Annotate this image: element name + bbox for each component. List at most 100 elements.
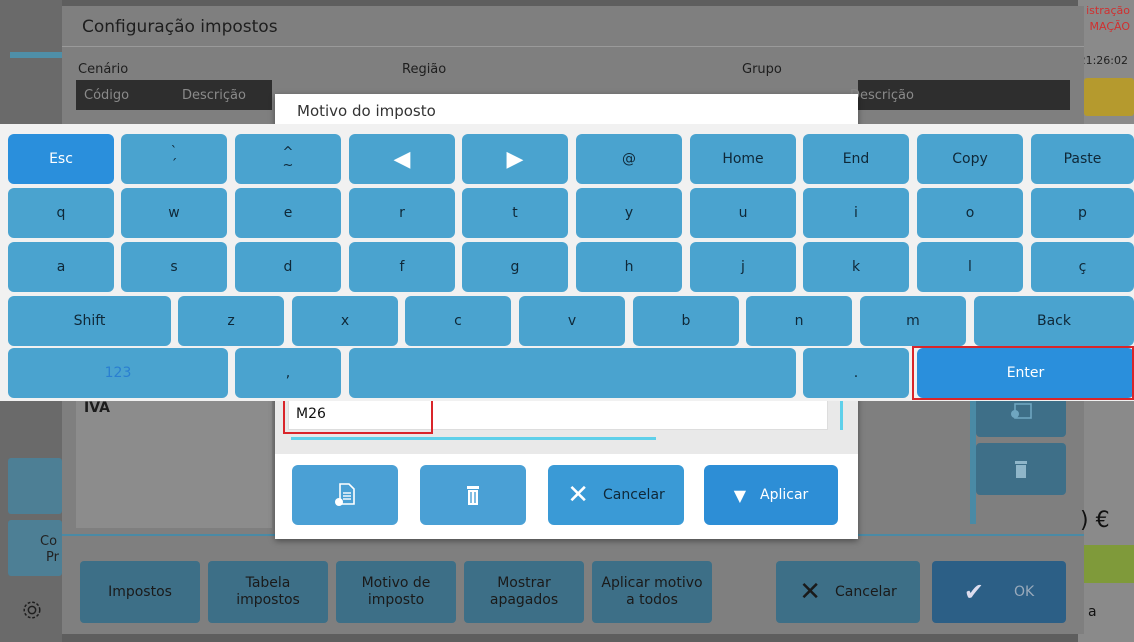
key-end[interactable]: End bbox=[803, 134, 909, 184]
tabela-impostos-button[interactable]: Tabela impostos bbox=[208, 561, 328, 623]
new-document-button[interactable] bbox=[292, 465, 398, 525]
key-back-label: Back bbox=[1037, 313, 1071, 329]
yellow-button[interactable] bbox=[1084, 78, 1134, 116]
motivo-imposto-button[interactable]: Motivo de imposto bbox=[336, 561, 456, 623]
trash-icon bbox=[467, 486, 479, 505]
key-label: u bbox=[738, 205, 748, 221]
key-space[interactable] bbox=[349, 348, 796, 398]
key-k[interactable]: k bbox=[803, 242, 909, 292]
key-f[interactable]: f bbox=[349, 242, 455, 292]
left-accent-bar bbox=[10, 52, 62, 58]
tax-list bbox=[76, 398, 272, 528]
right-status-2: MAÇÃO bbox=[1089, 20, 1131, 33]
key-u[interactable]: u bbox=[690, 188, 796, 238]
dialog-cancel-button[interactable]: ✕ Cancelar bbox=[548, 465, 684, 525]
close-icon: ✕ bbox=[799, 576, 822, 607]
key-m[interactable]: m bbox=[860, 296, 966, 346]
grupo-field[interactable]: Descrição bbox=[850, 80, 1070, 110]
key-g[interactable]: g bbox=[462, 242, 568, 292]
key-home-label: Home bbox=[722, 151, 764, 167]
key-label: x bbox=[340, 313, 350, 329]
key-v[interactable]: v bbox=[519, 296, 625, 346]
key-label: e bbox=[283, 205, 293, 221]
key-label: k bbox=[851, 259, 861, 275]
key-x[interactable]: x bbox=[292, 296, 398, 346]
list-add-icon bbox=[1011, 403, 1032, 419]
key-shift[interactable]: Shift bbox=[8, 296, 171, 346]
aplicar-motivo-todos-label: Aplicar motivo a todos bbox=[601, 575, 703, 608]
key-at[interactable]: @ bbox=[576, 134, 682, 184]
dialog-apply-button[interactable]: ▼ Aplicar bbox=[704, 465, 838, 525]
key-paste-label: Paste bbox=[1063, 151, 1102, 167]
key-z[interactable]: z bbox=[178, 296, 284, 346]
key-label: r bbox=[399, 205, 405, 221]
impostos-button[interactable]: Impostos bbox=[80, 561, 200, 623]
cenario-field[interactable]: Código Descrição bbox=[76, 80, 272, 110]
key-b[interactable]: b bbox=[633, 296, 739, 346]
key-right-arrow[interactable]: ▶ bbox=[462, 134, 568, 184]
key-h[interactable]: h bbox=[576, 242, 682, 292]
regiao-label: Região bbox=[402, 62, 447, 77]
left-side-button-2[interactable]: Co Pr bbox=[8, 520, 62, 576]
key-n[interactable]: n bbox=[746, 296, 852, 346]
key-label: q bbox=[56, 205, 66, 221]
key-esc[interactable]: Esc bbox=[8, 134, 114, 184]
key-r[interactable]: r bbox=[349, 188, 455, 238]
key-q[interactable]: q bbox=[8, 188, 114, 238]
key-a[interactable]: a bbox=[8, 242, 114, 292]
key-home[interactable]: Home bbox=[690, 134, 796, 184]
key-123-label: 123 bbox=[104, 365, 132, 381]
key-label: v bbox=[567, 313, 577, 329]
key-paste[interactable]: Paste bbox=[1031, 134, 1134, 184]
left-side-button[interactable] bbox=[8, 458, 62, 514]
key-label: ç bbox=[1078, 259, 1087, 275]
key-period-label: . bbox=[853, 365, 859, 381]
key-label: b bbox=[681, 313, 691, 329]
key-y[interactable]: y bbox=[576, 188, 682, 238]
key-i[interactable]: i bbox=[803, 188, 909, 238]
config-dialog-title: Configuração impostos bbox=[82, 17, 278, 37]
enter-highlight bbox=[912, 346, 1134, 400]
key-end-label: End bbox=[842, 151, 870, 167]
side-delete-button[interactable] bbox=[976, 443, 1066, 495]
key-period[interactable]: . bbox=[803, 348, 909, 398]
key-123[interactable]: 123 bbox=[8, 348, 228, 398]
key-p[interactable]: p bbox=[1031, 188, 1134, 238]
key-back[interactable]: Back bbox=[974, 296, 1134, 346]
aplicar-motivo-todos-button[interactable]: Aplicar motivo a todos bbox=[592, 561, 712, 623]
main-cancel-button[interactable]: ✕ Cancelar bbox=[776, 561, 920, 623]
left-button-text-1: Co bbox=[40, 534, 58, 549]
mostrar-apagados-button[interactable]: Mostrar apagados bbox=[464, 561, 584, 623]
main-ok-button[interactable]: ✔ OK bbox=[932, 561, 1066, 623]
left-button-text-2: Pr bbox=[46, 550, 59, 565]
key-d[interactable]: d bbox=[235, 242, 341, 292]
key-l[interactable]: l bbox=[917, 242, 1023, 292]
key-o[interactable]: o bbox=[917, 188, 1023, 238]
gear-button[interactable] bbox=[12, 590, 52, 630]
key-w[interactable]: w bbox=[121, 188, 227, 238]
delete-button[interactable] bbox=[420, 465, 526, 525]
key-e[interactable]: e bbox=[235, 188, 341, 238]
key-t[interactable]: t bbox=[462, 188, 568, 238]
check-icon: ✔ bbox=[963, 577, 984, 606]
impostos-label: Impostos bbox=[108, 583, 172, 600]
cenario-label: Cenário bbox=[78, 62, 129, 77]
green-button[interactable] bbox=[1084, 545, 1134, 583]
key-copy[interactable]: Copy bbox=[917, 134, 1023, 184]
key-j[interactable]: j bbox=[690, 242, 796, 292]
key-caret[interactable]: ^ ~ bbox=[235, 134, 341, 184]
input-scrollbar bbox=[840, 398, 843, 430]
input-highlight bbox=[283, 398, 433, 434]
key-left-arrow[interactable]: ◀ bbox=[349, 134, 455, 184]
key-s[interactable]: s bbox=[121, 242, 227, 292]
gear-icon bbox=[23, 601, 41, 619]
key-comma[interactable]: , bbox=[235, 348, 341, 398]
key-grave[interactable]: ` ´ bbox=[121, 134, 227, 184]
list-item[interactable]: IVA bbox=[84, 400, 110, 416]
key-c-cedilla[interactable]: ç bbox=[1031, 242, 1134, 292]
new-document-icon bbox=[335, 483, 355, 506]
cenario-code-header: Código bbox=[84, 88, 130, 103]
key-label: c bbox=[454, 313, 462, 329]
mostrar-apagados-label: Mostrar apagados bbox=[489, 575, 559, 608]
key-c[interactable]: c bbox=[405, 296, 511, 346]
